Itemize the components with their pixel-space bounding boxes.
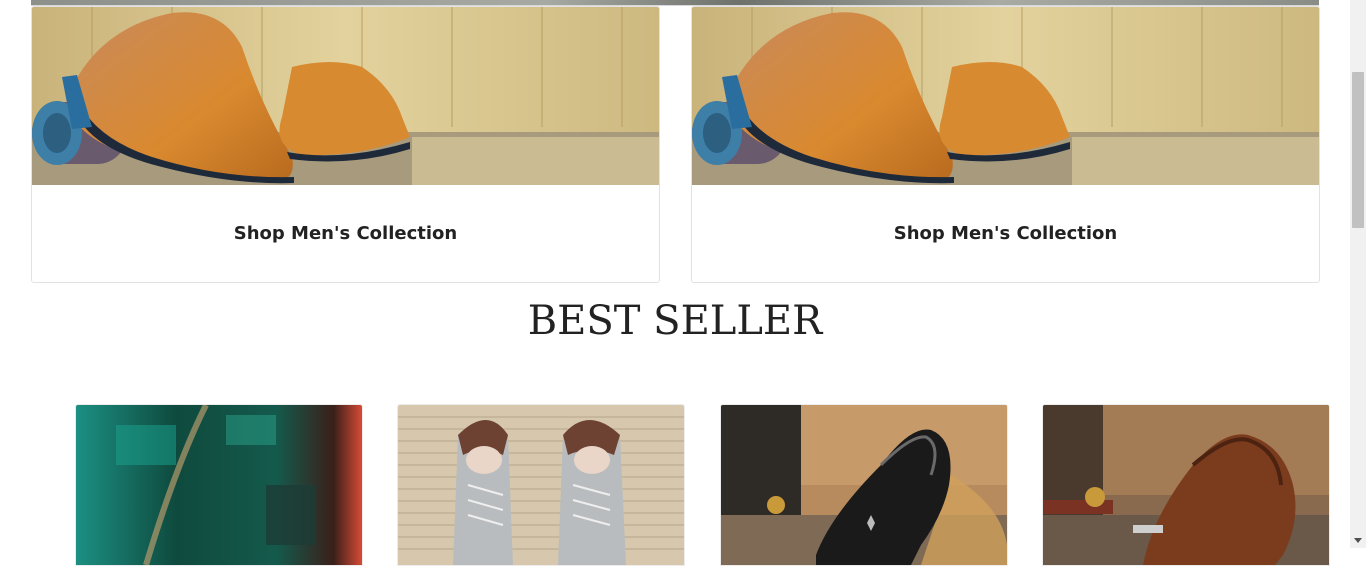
mens-shoes-image [32,7,659,185]
promo-card-mens-collection[interactable]: Shop Men's Collection [31,6,660,283]
best-seller-heading: BEST SELLER [527,298,823,344]
product-card[interactable] [720,404,1008,566]
product-card[interactable] [75,404,363,566]
black-patent-shoe-image [721,405,1007,565]
grey-oxford-shoes-image [398,405,684,565]
scroll-down-arrow-icon[interactable] [1350,534,1366,548]
brown-loafer-image [1043,405,1329,565]
promo-card-mens-collection-2[interactable]: Shop Men's Collection [691,6,1320,283]
product-card[interactable] [397,404,685,566]
promo-caption[interactable]: Shop Men's Collection [692,185,1319,282]
scrollbar-thumb[interactable] [1352,72,1364,228]
promo-caption[interactable]: Shop Men's Collection [32,185,659,282]
mens-shoes-image [692,7,1319,185]
blurred-product-image [76,405,362,565]
product-card[interactable] [1042,404,1330,566]
